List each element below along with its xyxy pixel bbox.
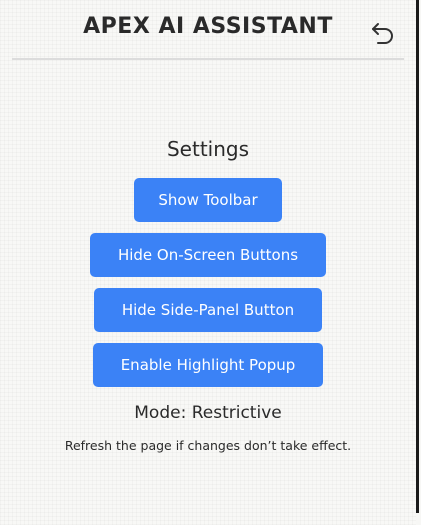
hide-side-panel-button[interactable]: Hide Side-Panel Button: [94, 288, 322, 332]
app-title: APEX AI ASSISTANT: [83, 14, 333, 39]
header: APEX AI ASSISTANT: [12, 0, 404, 60]
assistant-panel: APEX AI ASSISTANT Settings Show Toolbar …: [0, 0, 416, 525]
undo-arrow-icon: [372, 23, 393, 44]
enable-highlight-popup-button[interactable]: Enable Highlight Popup: [93, 343, 323, 387]
hide-on-screen-buttons-button[interactable]: Hide On-Screen Buttons: [90, 233, 326, 277]
show-toolbar-button[interactable]: Show Toolbar: [134, 178, 282, 222]
settings-heading: Settings: [166, 137, 250, 161]
mode-status: Mode: Restrictive: [134, 403, 282, 423]
settings-section: Settings Show Toolbar Hide On-Screen But…: [0, 132, 416, 453]
back-button[interactable]: [369, 19, 397, 47]
panel-divider: [416, 0, 419, 513]
refresh-note: Refresh the page if changes don’t take e…: [64, 438, 352, 453]
